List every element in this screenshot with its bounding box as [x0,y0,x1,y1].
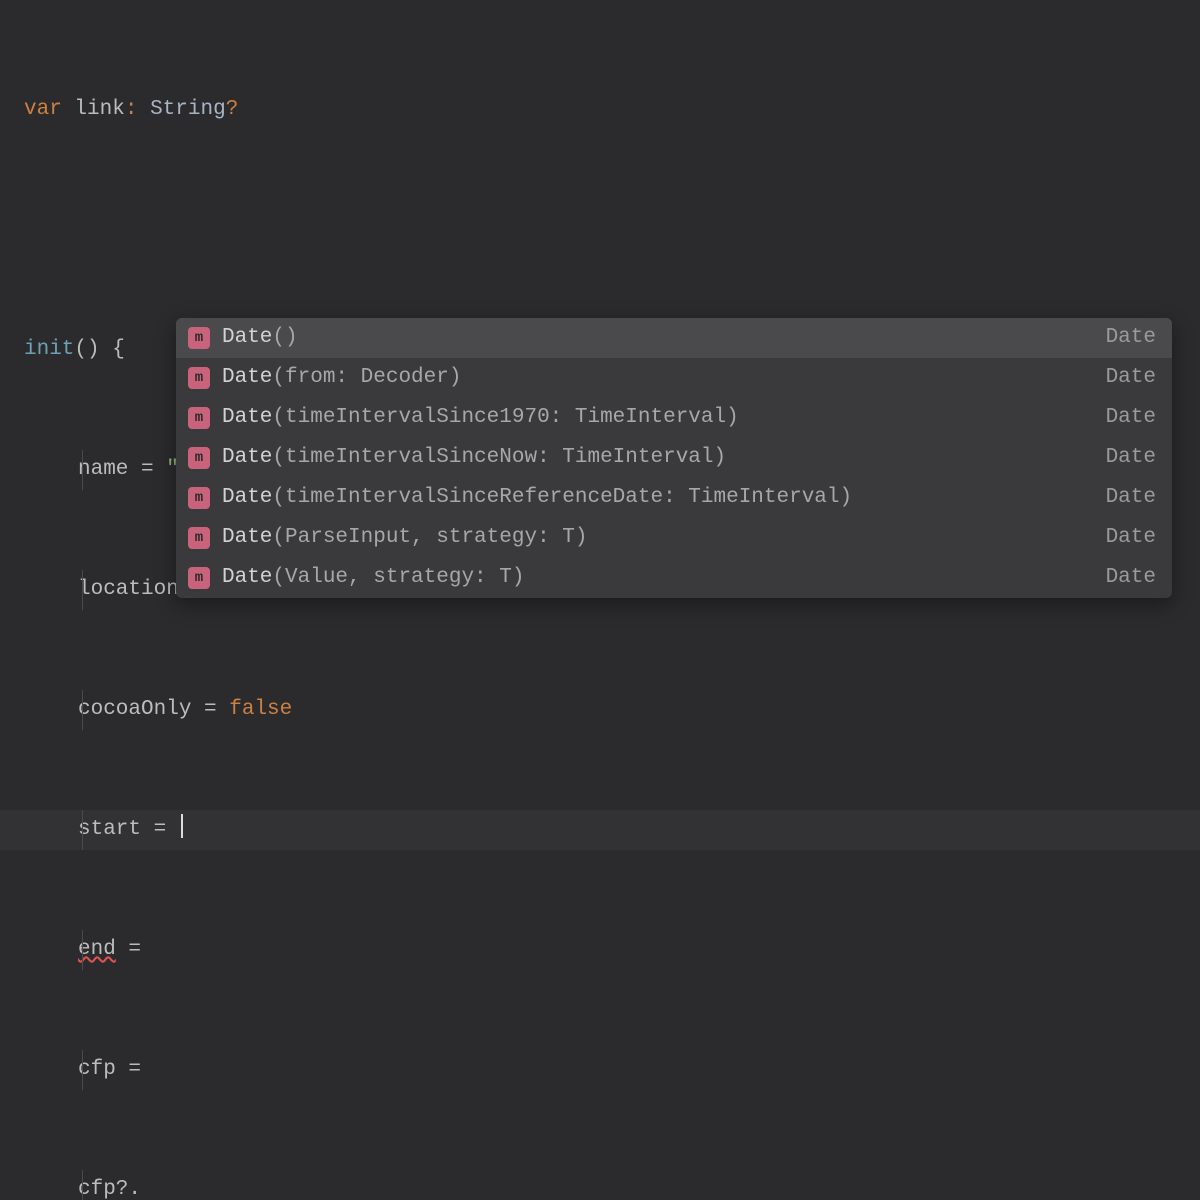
indent-guide [82,930,83,970]
autocomplete-item[interactable]: m Date(Value, strategy: T) Date [176,558,1172,598]
indent-guide [82,1170,83,1200]
equals: = [141,458,154,481]
autocomplete-item[interactable]: m Date(timeIntervalSinceReferenceDate: T… [176,478,1172,518]
type-name: String [150,98,226,121]
brace-open: { [112,338,125,361]
autocomplete-label: Date() [222,318,1094,358]
equals: = [128,938,141,961]
equals: = [204,698,217,721]
return-type: Date [1106,478,1156,518]
indent-guide [82,810,83,850]
method-icon: m [188,487,210,509]
colon: : [125,98,138,121]
return-type: Date [1106,438,1156,478]
identifier: start [78,818,141,841]
code-line: cfp = [0,1050,1200,1090]
autocomplete-label: Date(Value, strategy: T) [222,558,1094,598]
indent-guide [82,450,83,490]
code-line: var link: String? [0,90,1200,130]
keyword-false: false [229,698,292,721]
equals: = [154,818,167,841]
parens: () [74,338,99,361]
autocomplete-item[interactable]: m Date() Date [176,318,1172,358]
indent-guide [82,1050,83,1090]
autocomplete-item[interactable]: m Date(from: Decoder) Date [176,358,1172,398]
indent-guide [82,570,83,610]
current-line: start = [0,810,1200,850]
autocomplete-label: Date(timeIntervalSinceNow: TimeInterval) [222,438,1094,478]
return-type: Date [1106,398,1156,438]
identifier: cocoaOnly [78,698,191,721]
autocomplete-popup[interactable]: m Date() Date m Date(from: Decoder) Date… [176,318,1172,598]
optional-mark: ? [226,98,239,121]
autocomplete-item[interactable]: m Date(ParseInput, strategy: T) Date [176,518,1172,558]
identifier: cfp [78,1058,116,1081]
code-editor[interactable]: var link: String? init() { name = "%name… [0,0,1200,1200]
keyword-var: var [24,98,62,121]
method-icon: m [188,327,210,349]
indent-guide [82,690,83,730]
autocomplete-item[interactable]: m Date(timeIntervalSince1970: TimeInterv… [176,398,1172,438]
identifier: name [78,458,128,481]
autocomplete-label: Date(from: Decoder) [222,358,1094,398]
method-icon: m [188,407,210,429]
function-name: init [24,338,74,361]
identifier-error: end [78,938,116,961]
identifier: cfp?. [78,1178,141,1200]
identifier: location [78,578,179,601]
return-type: Date [1106,318,1156,358]
autocomplete-label: Date(timeIntervalSinceReferenceDate: Tim… [222,478,1094,518]
method-icon: m [188,527,210,549]
equals: = [128,1058,141,1081]
return-type: Date [1106,558,1156,598]
autocomplete-label: Date(ParseInput, strategy: T) [222,518,1094,558]
code-line: cfp?. [0,1170,1200,1200]
method-icon: m [188,567,210,589]
autocomplete-item[interactable]: m Date(timeIntervalSinceNow: TimeInterva… [176,438,1172,478]
identifier: link [74,98,124,121]
code-line: end = [0,930,1200,970]
method-icon: m [188,367,210,389]
return-type: Date [1106,358,1156,398]
code-line: cocoaOnly = false [0,690,1200,730]
blank-line [0,210,1200,250]
autocomplete-label: Date(timeIntervalSince1970: TimeInterval… [222,398,1094,438]
return-type: Date [1106,518,1156,558]
method-icon: m [188,447,210,469]
text-caret [181,814,183,838]
